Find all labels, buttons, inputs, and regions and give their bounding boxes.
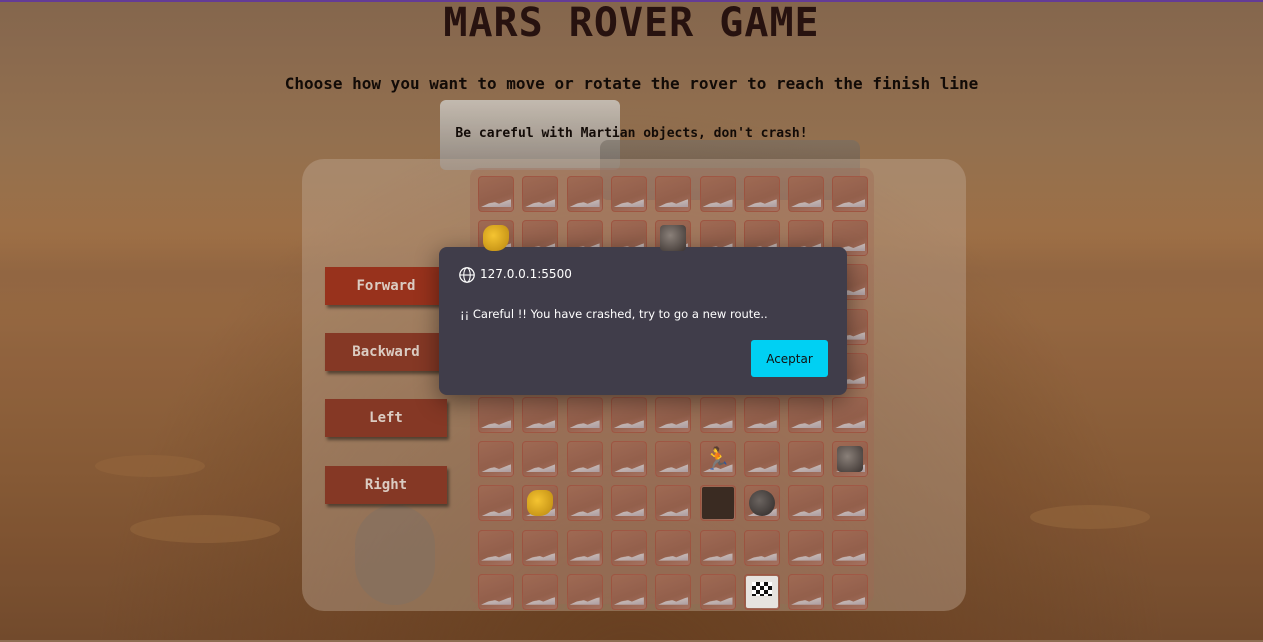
gold-nugget-icon bbox=[483, 225, 509, 252]
board-cell bbox=[699, 485, 736, 522]
robot-icon bbox=[837, 446, 864, 473]
finish-flag-icon bbox=[745, 575, 778, 608]
dialog-message: ¡¡ Careful !! You have crashed, try to g… bbox=[460, 307, 768, 321]
alert-dialog: 127.0.0.1:5500 ¡¡ Careful !! You have cr… bbox=[439, 247, 847, 395]
sign-icon bbox=[701, 487, 734, 520]
accept-button[interactable]: Aceptar bbox=[751, 340, 828, 377]
robot-icon bbox=[660, 225, 687, 252]
dialog-origin: 127.0.0.1:5500 bbox=[480, 267, 572, 281]
globe-icon bbox=[459, 267, 475, 283]
alien-icon: 🏃 bbox=[703, 446, 732, 472]
rock-icon bbox=[748, 490, 775, 517]
board-cell bbox=[743, 573, 780, 610]
